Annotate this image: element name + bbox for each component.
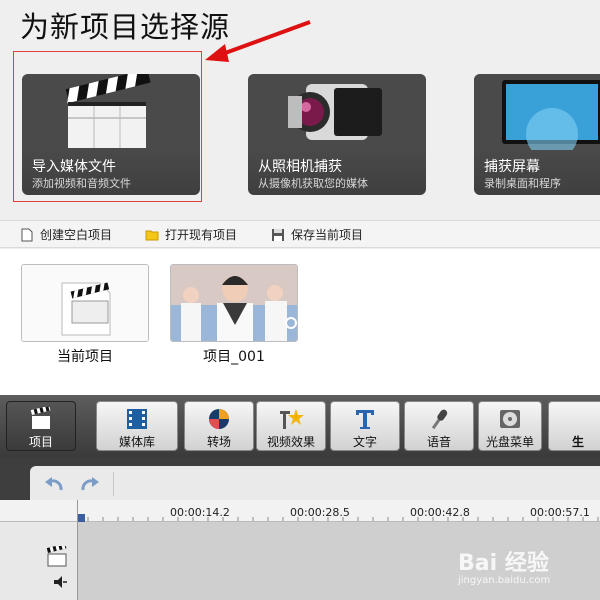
tab-video-effects[interactable]: 视频效果 (256, 401, 326, 451)
action-label: 保存当前项目 (291, 228, 364, 242)
timeline-toolbar (0, 458, 600, 500)
clapperboard-icon (22, 265, 148, 341)
toolbar-label: 文字 (352, 435, 377, 449)
audio-track-speaker-icon[interactable] (52, 574, 68, 590)
clapperboard-icon (22, 74, 200, 150)
source-subtitle: 添加视频和音频文件 (32, 177, 131, 190)
action-label: 创建空白项目 (40, 228, 113, 242)
timeline-toolbar-strip (30, 466, 600, 500)
source-subtitle: 录制桌面和程序 (484, 177, 561, 190)
source-capture-camera[interactable]: 从照相机捕获 从摄像机获取您的媒体 (248, 74, 426, 195)
toolbar-label: 生 (571, 435, 584, 449)
toolbar-label: 媒体库 (118, 435, 155, 449)
source-title: 捕获屏幕 (484, 159, 540, 175)
redo-icon[interactable] (79, 474, 101, 496)
toolbar-label: 语音 (426, 435, 451, 449)
save-project-button[interactable]: 保存当前项目 (271, 226, 363, 243)
project-thumbnail (170, 264, 298, 342)
annotation-arrow (205, 20, 311, 62)
project-thumbnail (21, 264, 149, 342)
tab-disc-menu[interactable]: 光盘菜单 (478, 401, 542, 451)
ruler-tick-label: 00:00:57.1 (530, 506, 590, 519)
source-import-media[interactable]: 导入媒体文件 添加视频和音频文件 (22, 74, 200, 195)
project-label: 当前项目 (57, 349, 113, 365)
tab-voice[interactable]: 语音 (404, 401, 474, 451)
create-blank-project-button[interactable]: 创建空白项目 (20, 226, 112, 243)
tab-project[interactable]: 项目 (6, 401, 76, 451)
source-capture-screen[interactable]: 捕获屏幕 录制桌面和程序 (474, 74, 600, 195)
blank-document-icon (21, 228, 33, 241)
tab-media-library[interactable]: 媒体库 (96, 401, 178, 451)
track-header (0, 522, 78, 600)
watermark-url: jingyan.baidu.com (458, 575, 551, 586)
monitor-icon (474, 74, 600, 150)
video-frame-thumbnail (171, 265, 297, 341)
film-strip-icon (127, 409, 147, 429)
toolbar-separator (113, 472, 114, 496)
camcorder-icon (248, 74, 426, 150)
ruler-tick-label: 00:00:42.8 (410, 506, 470, 519)
microphone-icon (431, 409, 448, 430)
clapperboard-icon (30, 407, 51, 429)
effects-star-icon (280, 409, 304, 429)
transition-icon (209, 409, 229, 429)
folder-icon (145, 230, 159, 240)
main-toolbar: 项目 媒体库 转场 视频效果 文字 语音 光盘菜单 生 (0, 395, 600, 458)
ruler-tick-label: 00:00:14.2 (170, 506, 230, 519)
project-label: 项目_001 (203, 349, 265, 365)
tab-transitions[interactable]: 转场 (184, 401, 254, 451)
toolbar-label: 项目 (28, 435, 53, 449)
toolbar-label: 光盘菜单 (485, 435, 534, 449)
source-title: 从照相机捕获 (258, 159, 342, 175)
toolbar-label: 转场 (206, 435, 231, 449)
produce-icon (565, 407, 591, 431)
recent-projects-panel: 当前项目 项目_001 (0, 249, 600, 395)
tab-text[interactable]: 文字 (330, 401, 400, 451)
toolbar-label: 视频效果 (266, 435, 315, 449)
project-actions-bar: 创建空白项目 打开现有项目 保存当前项目 (0, 220, 600, 248)
source-subtitle: 从摄像机获取您的媒体 (258, 177, 368, 190)
disc-menu-icon (500, 410, 520, 428)
ruler-corner (0, 500, 78, 522)
timeline-ruler[interactable]: 00:00:14.2 00:00:28.5 00:00:42.8 00:00:5… (78, 500, 600, 522)
action-label: 打开现有项目 (165, 228, 238, 242)
text-t-icon (356, 410, 374, 429)
open-project-button[interactable]: 打开现有项目 (145, 226, 237, 243)
project-item-current[interactable]: 当前项目 (21, 264, 149, 366)
video-track-icon (46, 546, 67, 567)
undo-icon[interactable] (43, 474, 65, 496)
floppy-disk-icon (272, 228, 284, 241)
watermark-brand: Bai 经验 (458, 551, 549, 576)
watermark: Bai 经验 jingyan.baidu.com (458, 545, 550, 586)
ruler-tick-label: 00:00:28.5 (290, 506, 350, 519)
tab-produce[interactable]: 生 (548, 401, 600, 451)
source-title: 导入媒体文件 (32, 159, 116, 175)
project-item-001[interactable]: 项目_001 (170, 264, 298, 366)
